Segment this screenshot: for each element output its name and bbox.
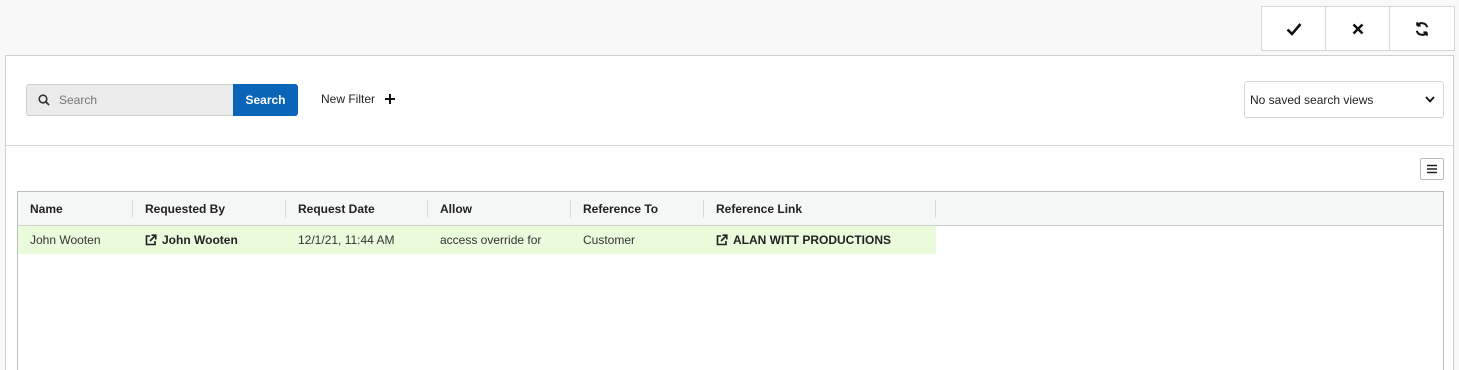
cancel-button[interactable] (1326, 7, 1390, 50)
column-header-request-date[interactable]: Request Date (286, 199, 428, 218)
results-grid: Name Requested By Request Date Allow Ref… (17, 191, 1444, 370)
chevron-down-icon (1425, 96, 1435, 103)
column-header-requested-by[interactable]: Requested By (133, 199, 286, 218)
new-filter-button[interactable]: New Filter (321, 92, 396, 106)
column-header-reference-link[interactable]: Reference Link (704, 199, 936, 218)
confirm-button[interactable] (1262, 7, 1326, 50)
checkmark-icon (1286, 22, 1301, 36)
external-link-icon (145, 234, 157, 246)
column-header-allow[interactable]: Allow (428, 199, 571, 218)
search-input[interactable] (59, 93, 219, 107)
search-button[interactable]: Search (233, 84, 298, 116)
table-row[interactable]: John Wooten John Wooten 12/1/21, 11:44 A… (18, 226, 936, 254)
search-icon (38, 94, 50, 106)
cell-reference-to: Customer (583, 233, 636, 247)
refresh-icon (1415, 21, 1429, 36)
cell-allow: access override for (440, 233, 542, 247)
toolbar-actions (1261, 6, 1455, 51)
plus-icon (385, 94, 396, 104)
new-filter-label: New Filter (321, 92, 376, 106)
column-header-reference-to[interactable]: Reference To (571, 199, 704, 218)
requested-by-label: John Wooten (162, 233, 238, 247)
reference-link[interactable]: ALAN WITT PRODUCTIONS (704, 226, 936, 254)
search-field[interactable] (26, 84, 234, 116)
saved-search-views-select[interactable]: No saved search views (1244, 81, 1444, 118)
reference-link-label: ALAN WITT PRODUCTIONS (733, 233, 891, 247)
requested-by-link[interactable]: John Wooten (133, 226, 286, 254)
main-panel: Search New Filter No saved search views … (5, 55, 1454, 370)
cell-name: John Wooten (30, 233, 101, 247)
hamburger-menu-icon (1427, 164, 1437, 174)
refresh-button[interactable] (1390, 7, 1454, 50)
column-menu-button[interactable] (1420, 158, 1444, 180)
cell-request-date: 12/1/21, 11:44 AM (298, 233, 395, 247)
saved-views-value: No saved search views (1250, 92, 1374, 107)
external-link-icon (716, 234, 728, 246)
column-header-name[interactable]: Name (18, 199, 133, 218)
search-bar-row: Search New Filter No saved search views (6, 56, 1453, 146)
close-icon (1352, 23, 1363, 34)
grid-header: Name Requested By Request Date Allow Ref… (18, 192, 1443, 226)
